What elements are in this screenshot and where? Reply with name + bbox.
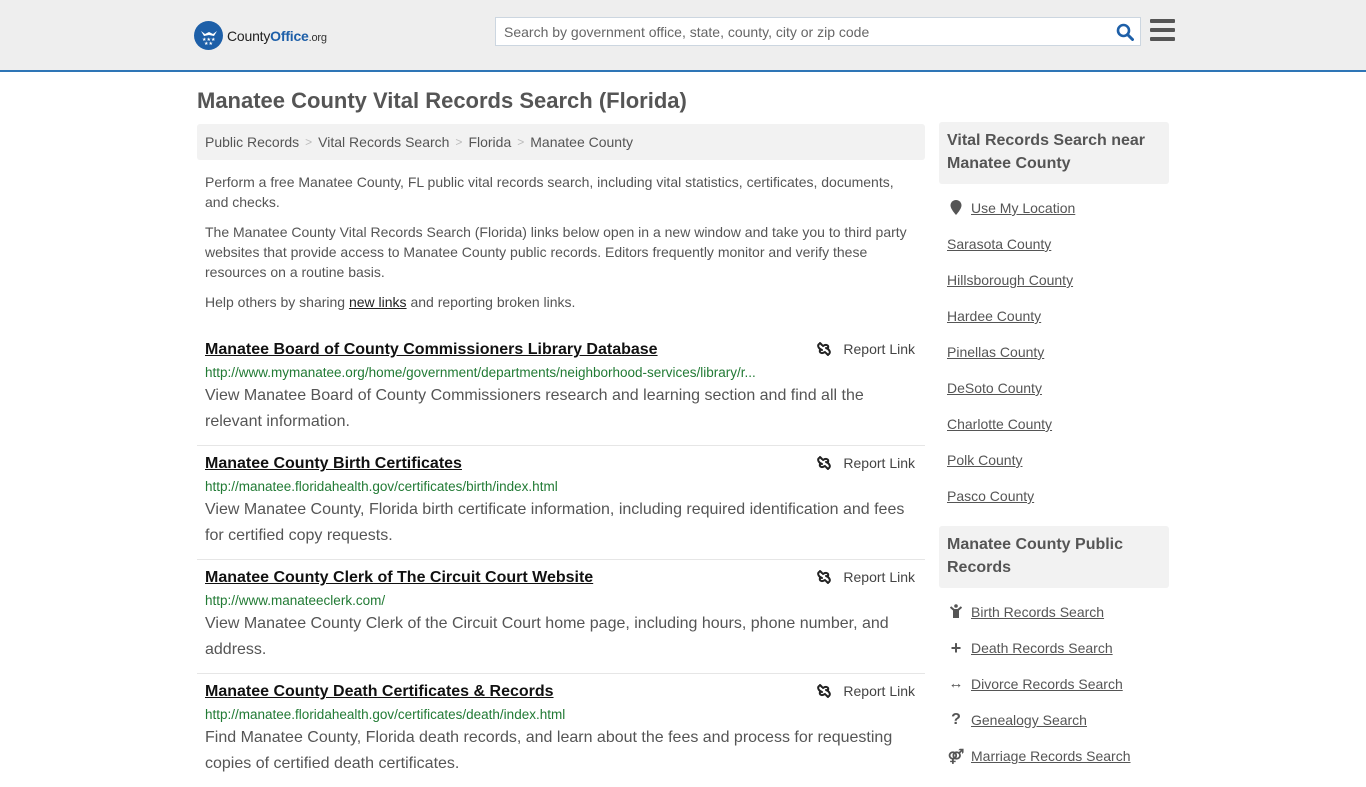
- result-title-link[interactable]: Manatee County Birth Certificates: [205, 454, 462, 474]
- result-title-link[interactable]: Manatee Board of County Commissioners Li…: [205, 340, 658, 360]
- public-records-block: Manatee County Public Records Birth Reco…: [939, 526, 1169, 784]
- nearby-county-link[interactable]: Sarasota County: [947, 236, 1051, 252]
- report-link-button[interactable]: Report Link: [816, 341, 915, 357]
- nearby-county-link[interactable]: Pasco County: [947, 488, 1034, 504]
- public-record-item: ↔ Divorce Records Search: [947, 676, 1161, 712]
- intro-text: Perform a free Manatee County, FL public…: [197, 172, 925, 312]
- nearby-county-item: Pinellas County: [947, 344, 1161, 380]
- breadcrumb: Public Records > Vital Records Search > …: [197, 124, 925, 160]
- nearby-county-link[interactable]: DeSoto County: [947, 380, 1042, 396]
- use-my-location-item: Use My Location: [947, 200, 1161, 236]
- nearby-list: Use My Location Sarasota County Hillsbor…: [939, 184, 1169, 524]
- use-my-location-link[interactable]: Use My Location: [971, 200, 1075, 216]
- nearby-county-item: Sarasota County: [947, 236, 1161, 272]
- intro-text-fragment: Help others by sharing: [205, 294, 349, 310]
- svg-text:★★: ★★: [204, 41, 213, 46]
- breadcrumb-separator: >: [455, 135, 463, 149]
- page-title: Manatee County Vital Records Search (Flo…: [197, 88, 687, 113]
- search-button[interactable]: [1110, 18, 1140, 45]
- nearby-county-link[interactable]: Hillsborough County: [947, 272, 1073, 288]
- results-list: Manatee Board of County Commissioners Li…: [197, 332, 925, 787]
- main-content: Public Records > Vital Records Search > …: [197, 124, 925, 787]
- public-record-item: ⚤ Marriage Records Search: [947, 748, 1161, 784]
- intro-text-fragment: and reporting broken links.: [406, 294, 576, 310]
- new-links-link[interactable]: new links: [349, 294, 407, 310]
- eagle-logo-icon: ★★★ ★★: [194, 21, 223, 50]
- result-url: http://manatee.floridahealth.gov/certifi…: [205, 707, 566, 722]
- public-record-item: ? Genealogy Search: [947, 712, 1161, 748]
- report-link-button[interactable]: Report Link: [816, 455, 915, 471]
- marriage-icon: ⚤: [947, 748, 965, 764]
- nearby-county-item: DeSoto County: [947, 380, 1161, 416]
- search-box: [495, 17, 1141, 46]
- result-item: Manatee County Clerk of The Circuit Cour…: [197, 560, 925, 674]
- report-link-button[interactable]: Report Link: [816, 683, 915, 699]
- nearby-county-item: Hardee County: [947, 308, 1161, 344]
- site-header: ★★★ ★★ CountyOffice.org: [0, 0, 1366, 72]
- birth-records-search-link[interactable]: Birth Records Search: [971, 604, 1104, 620]
- public-records-list: Birth Records Search + Death Records Sea…: [939, 588, 1169, 784]
- intro-paragraph-1: Perform a free Manatee County, FL public…: [205, 174, 894, 210]
- divorce-records-search-link[interactable]: Divorce Records Search: [971, 676, 1123, 692]
- nearby-county-link[interactable]: Pinellas County: [947, 344, 1044, 360]
- result-title-link[interactable]: Manatee County Clerk of The Circuit Cour…: [205, 568, 593, 588]
- breadcrumb-vital-records-search[interactable]: Vital Records Search: [318, 134, 449, 150]
- broken-link-icon: [817, 570, 832, 584]
- intro-paragraph-2: The Manatee County Vital Records Search …: [205, 224, 907, 280]
- nearby-county-link[interactable]: Polk County: [947, 452, 1022, 468]
- death-records-search-link[interactable]: Death Records Search: [971, 640, 1113, 656]
- map-marker-icon: [947, 200, 965, 215]
- hamburger-bar: [1150, 28, 1175, 32]
- report-link-label: Report Link: [843, 683, 915, 699]
- result-item: Manatee County Death Certificates & Reco…: [197, 674, 925, 787]
- result-description: View Manatee County Clerk of the Circuit…: [205, 615, 889, 658]
- hamburger-menu-button[interactable]: [1150, 19, 1175, 41]
- result-url: http://manatee.floridahealth.gov/certifi…: [205, 479, 558, 494]
- breadcrumb-florida[interactable]: Florida: [468, 134, 511, 150]
- result-item: Manatee County Birth Certificates Report…: [197, 446, 925, 560]
- result-url: http://www.manateeclerk.com/: [205, 593, 386, 608]
- public-record-item: Birth Records Search: [947, 604, 1161, 640]
- search-input[interactable]: [496, 18, 1110, 45]
- double-arrow-icon: ↔: [948, 675, 964, 692]
- public-record-item: + Death Records Search: [947, 638, 1161, 676]
- hamburger-bar: [1150, 37, 1175, 41]
- result-url: http://www.mymanatee.org/home/government…: [205, 365, 756, 380]
- breadcrumb-separator: >: [517, 135, 525, 149]
- breadcrumb-manatee-county: Manatee County: [530, 134, 633, 150]
- nearby-county-item: Hillsborough County: [947, 272, 1161, 308]
- breadcrumb-separator: >: [305, 135, 313, 149]
- genealogy-search-link[interactable]: Genealogy Search: [971, 712, 1087, 728]
- breadcrumb-public-records[interactable]: Public Records: [205, 134, 299, 150]
- result-description: Find Manatee County, Florida death recor…: [205, 729, 893, 772]
- broken-link-icon: [817, 342, 832, 356]
- nearby-county-item: Pasco County: [947, 488, 1161, 524]
- hamburger-menu-icon: [1150, 19, 1175, 23]
- broken-link-icon: [817, 456, 832, 470]
- question-icon: ?: [951, 711, 961, 728]
- report-link-button[interactable]: Report Link: [816, 569, 915, 585]
- sidebar: Vital Records Search near Manatee County…: [939, 122, 1169, 784]
- result-title-link[interactable]: Manatee County Death Certificates & Reco…: [205, 682, 554, 702]
- nearby-heading: Vital Records Search near Manatee County: [939, 122, 1169, 184]
- plus-icon: +: [950, 638, 962, 658]
- public-records-heading: Manatee County Public Records: [939, 526, 1169, 588]
- logo-wordmark: CountyOffice.org: [227, 27, 327, 44]
- search-icon: [1116, 23, 1134, 41]
- marriage-records-search-link[interactable]: Marriage Records Search: [971, 748, 1131, 764]
- nearby-county-link[interactable]: Hardee County: [947, 308, 1041, 324]
- nearby-county-item: Charlotte County: [947, 416, 1161, 452]
- result-item: Manatee Board of County Commissioners Li…: [197, 332, 925, 446]
- result-description: View Manatee County, Florida birth certi…: [205, 501, 905, 544]
- broken-link-icon: [817, 684, 832, 698]
- report-link-label: Report Link: [843, 455, 915, 471]
- result-description: View Manatee Board of County Commissione…: [205, 387, 864, 430]
- report-link-label: Report Link: [843, 341, 915, 357]
- site-logo[interactable]: ★★★ ★★ CountyOffice.org: [194, 21, 327, 50]
- child-icon: [947, 604, 965, 618]
- report-link-label: Report Link: [843, 569, 915, 585]
- nearby-county-link[interactable]: Charlotte County: [947, 416, 1052, 432]
- nearby-county-item: Polk County: [947, 452, 1161, 488]
- intro-paragraph-3: Help others by sharing new links and rep…: [205, 292, 917, 312]
